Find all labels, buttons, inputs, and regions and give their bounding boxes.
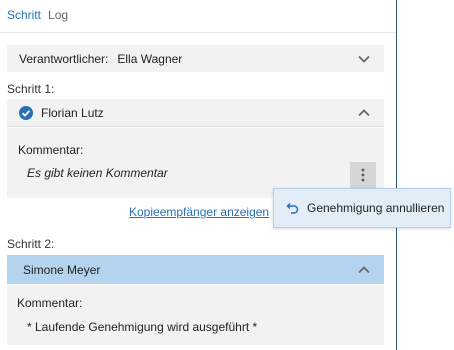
step2-comment-panel: Kommentar: * Laufende Genehmigung wird a… (7, 285, 384, 345)
responsible-label: Verantwortlicher: (19, 51, 109, 66)
tab-bar: Schritt Log (7, 8, 68, 22)
step2-header[interactable]: Simone Meyer (7, 255, 384, 284)
step1-header[interactable]: Florian Lutz (7, 99, 384, 127)
more-vertical-icon (361, 168, 365, 182)
check-circle-icon (19, 105, 33, 120)
step1-approver: Florian Lutz (41, 105, 104, 120)
step2-approver: Simone Meyer (23, 262, 101, 277)
chevron-up-icon[interactable] (358, 265, 370, 274)
chevron-down-icon[interactable] (358, 55, 370, 63)
responsible-row[interactable]: Verantwortlicher: Ella Wagner (7, 45, 384, 72)
undo-icon (286, 202, 299, 214)
step2-label: Schritt 2: (7, 237, 55, 251)
step1-comment-value: Es gibt keinen Kommentar (27, 166, 168, 180)
cancel-approval-menu-item[interactable]: Genehmigung annullieren (273, 188, 451, 228)
tab-schritt[interactable]: Schritt (7, 8, 41, 22)
show-copy-recipients-link[interactable]: Kopieempfänger anzeigen (129, 205, 269, 219)
tab-log[interactable]: Log (48, 8, 68, 22)
step1-label: Schritt 1: (7, 82, 55, 96)
step1-comment-label: Kommentar: (18, 143, 84, 157)
more-options-button[interactable] (350, 162, 376, 188)
responsible-value: Ella Wagner (117, 51, 183, 66)
step2-comment-value: * Laufende Genehmigung wird ausgeführt * (27, 320, 258, 334)
header-divider (0, 32, 396, 33)
panel-divider (396, 0, 397, 350)
cancel-approval-label: Genehmigung annullieren (307, 201, 445, 215)
step2-comment-label: Kommentar: (17, 296, 83, 310)
chevron-up-icon[interactable] (358, 108, 370, 117)
